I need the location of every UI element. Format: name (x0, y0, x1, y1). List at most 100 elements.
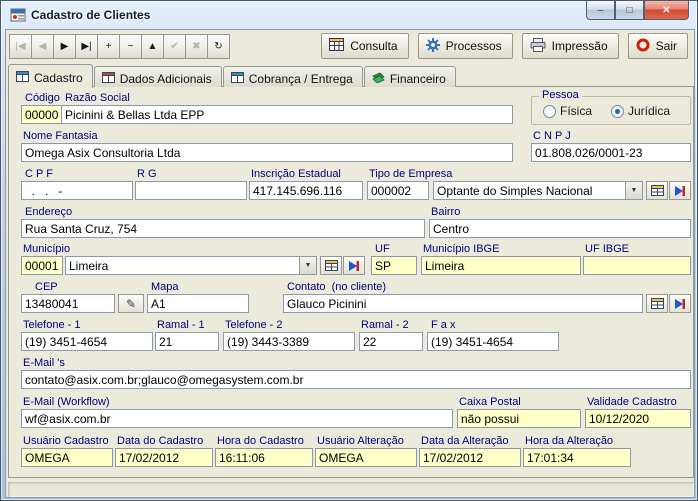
titlebar[interactable]: Cadastro de Clientes – □ ✕ (1, 1, 697, 29)
municipio-lookup-button[interactable] (320, 256, 342, 275)
juridica-radio[interactable] (611, 105, 624, 118)
cep-label: CEP (35, 281, 58, 293)
pessoa-juridica-option[interactable]: Jurídica (611, 104, 670, 118)
tipo-empresa-search-button[interactable] (669, 181, 691, 200)
tipo-empresa-combo[interactable]: Optante do Simples Nacional ▼ (433, 181, 643, 200)
inscricao-estadual-label: Inscrição Estadual (251, 168, 341, 180)
nav-delete-button[interactable]: − (119, 34, 142, 59)
nav-refresh-button[interactable]: ↻ (207, 34, 230, 59)
caixa-postal-input[interactable] (457, 409, 581, 428)
window-title: Cadastro de Clientes (31, 8, 150, 22)
minimize-button[interactable]: – (586, 1, 615, 20)
nav-last-button[interactable]: ▶| (75, 34, 98, 59)
inscricao-estadual-input[interactable] (249, 181, 363, 200)
ramal1-input[interactable] (155, 332, 219, 351)
rg-input[interactable] (135, 181, 247, 200)
tab-dados-adicionais[interactable]: Dados Adicionais (94, 66, 222, 87)
pencil-icon: ✎ (126, 297, 136, 311)
nav-first-button[interactable]: |◀ (9, 34, 32, 59)
rg-label: R G (137, 168, 157, 180)
telefone2-input[interactable] (223, 332, 355, 351)
exit-icon (636, 38, 650, 55)
mapa-input[interactable] (147, 294, 249, 313)
hora-cadastro-input[interactable] (215, 448, 313, 467)
codigo-label: Código (25, 92, 60, 104)
contato-input[interactable] (283, 294, 643, 313)
usuario-cadastro-input[interactable] (21, 448, 113, 467)
nav-prior-button[interactable]: ◀ (31, 34, 54, 59)
municipio-combo-value: Limeira (66, 257, 299, 274)
tipo-empresa-code-input[interactable] (367, 181, 429, 200)
email-workflow-input[interactable] (21, 409, 453, 428)
cep-edit-button[interactable]: ✎ (118, 294, 144, 313)
fax-input[interactable] (427, 332, 559, 351)
tipo-empresa-combo-value: Optante do Simples Nacional (434, 182, 625, 199)
pessoa-label: Pessoa (539, 89, 582, 101)
pessoa-fisica-option[interactable]: Física (543, 104, 592, 118)
contato-search-button[interactable] (669, 294, 691, 313)
endereco-input[interactable] (21, 219, 425, 238)
municipio-code-input[interactable] (21, 256, 63, 275)
ramal2-input[interactable] (359, 332, 423, 351)
nome-fantasia-input[interactable] (21, 143, 513, 162)
nav-insert-button[interactable]: + (97, 34, 120, 59)
razao-social-label: Razão Social (65, 92, 130, 104)
razao-social-input[interactable] (61, 105, 513, 124)
sair-label: Sair (656, 39, 677, 53)
arrow-icon (674, 298, 686, 310)
uf-input[interactable] (371, 256, 417, 275)
hora-alteracao-input[interactable] (523, 448, 631, 467)
bairro-input[interactable] (429, 219, 691, 238)
fisica-radio[interactable] (543, 105, 556, 118)
sair-button[interactable]: Sair (628, 33, 688, 59)
nav-post-button[interactable]: ✔ (163, 34, 186, 59)
municipio-search-button[interactable] (343, 256, 365, 275)
municipio-combo[interactable]: Limeira ▼ (65, 256, 317, 275)
data-cadastro-input[interactable] (115, 448, 213, 467)
record-navigator: |◀ ◀ ▶ ▶| + − ▲ ✔ ✖ ↻ (10, 34, 230, 59)
telefone2-label: Telefone - 2 (225, 319, 282, 331)
tab-cobranca-entrega[interactable]: Cobrança / Entrega (223, 66, 363, 87)
fax-label: F a x (431, 319, 455, 331)
municipio-ibge-input[interactable] (421, 256, 581, 275)
email-workflow-label: E-Mail (Workflow) (23, 396, 110, 408)
impressao-button[interactable]: Impressão (522, 33, 619, 59)
data-alteracao-input[interactable] (419, 448, 521, 467)
cpf-input[interactable] (21, 181, 133, 200)
tipo-empresa-lookup-button[interactable] (646, 181, 668, 200)
validade-cadastro-label: Validade Cadastro (587, 396, 677, 408)
contato-label: Contato (no cliente) (287, 281, 386, 293)
uf-ibge-input[interactable] (583, 256, 691, 275)
telefone1-input[interactable] (21, 332, 153, 351)
codigo-input[interactable] (21, 105, 63, 124)
contato-lookup-button[interactable] (646, 294, 668, 313)
tab-financeiro[interactable]: Financeiro (364, 66, 456, 87)
hora-alteracao-label: Hora da Alteração (525, 435, 613, 447)
chevron-down-icon[interactable]: ▼ (625, 182, 642, 199)
maximize-button[interactable]: □ (615, 1, 644, 20)
nav-next-button[interactable]: ▶ (53, 34, 76, 59)
action-toolbar: Consulta Processos (321, 33, 688, 59)
close-button[interactable]: ✕ (644, 1, 689, 20)
mapa-label: Mapa (151, 281, 179, 293)
endereco-label: Endereço (25, 206, 72, 218)
processos-button[interactable]: Processos (418, 33, 513, 59)
processos-label: Processos (446, 39, 502, 53)
tab-cadastro[interactable]: Cadastro (8, 64, 93, 88)
impressao-label: Impressão (552, 39, 608, 53)
nav-cancel-button[interactable]: ✖ (185, 34, 208, 59)
cnpj-input[interactable] (531, 143, 691, 162)
emails-input[interactable] (21, 370, 691, 389)
cep-input[interactable] (21, 294, 115, 313)
grid-icon (651, 185, 664, 196)
nome-fantasia-label: Nome Fantasia (23, 130, 98, 142)
grid-icon (651, 298, 664, 309)
consulta-button[interactable]: Consulta (321, 33, 408, 59)
nav-edit-button[interactable]: ▲ (141, 34, 164, 59)
usuario-alteracao-input[interactable] (315, 448, 417, 467)
ramal2-label: Ramal - 2 (361, 319, 409, 331)
municipio-ibge-label: Município IBGE (423, 243, 499, 255)
chevron-down-icon[interactable]: ▼ (299, 257, 316, 274)
validade-cadastro-input[interactable] (585, 409, 691, 428)
client-area: |◀ ◀ ▶ ▶| + − ▲ ✔ ✖ ↻ (5, 29, 695, 498)
